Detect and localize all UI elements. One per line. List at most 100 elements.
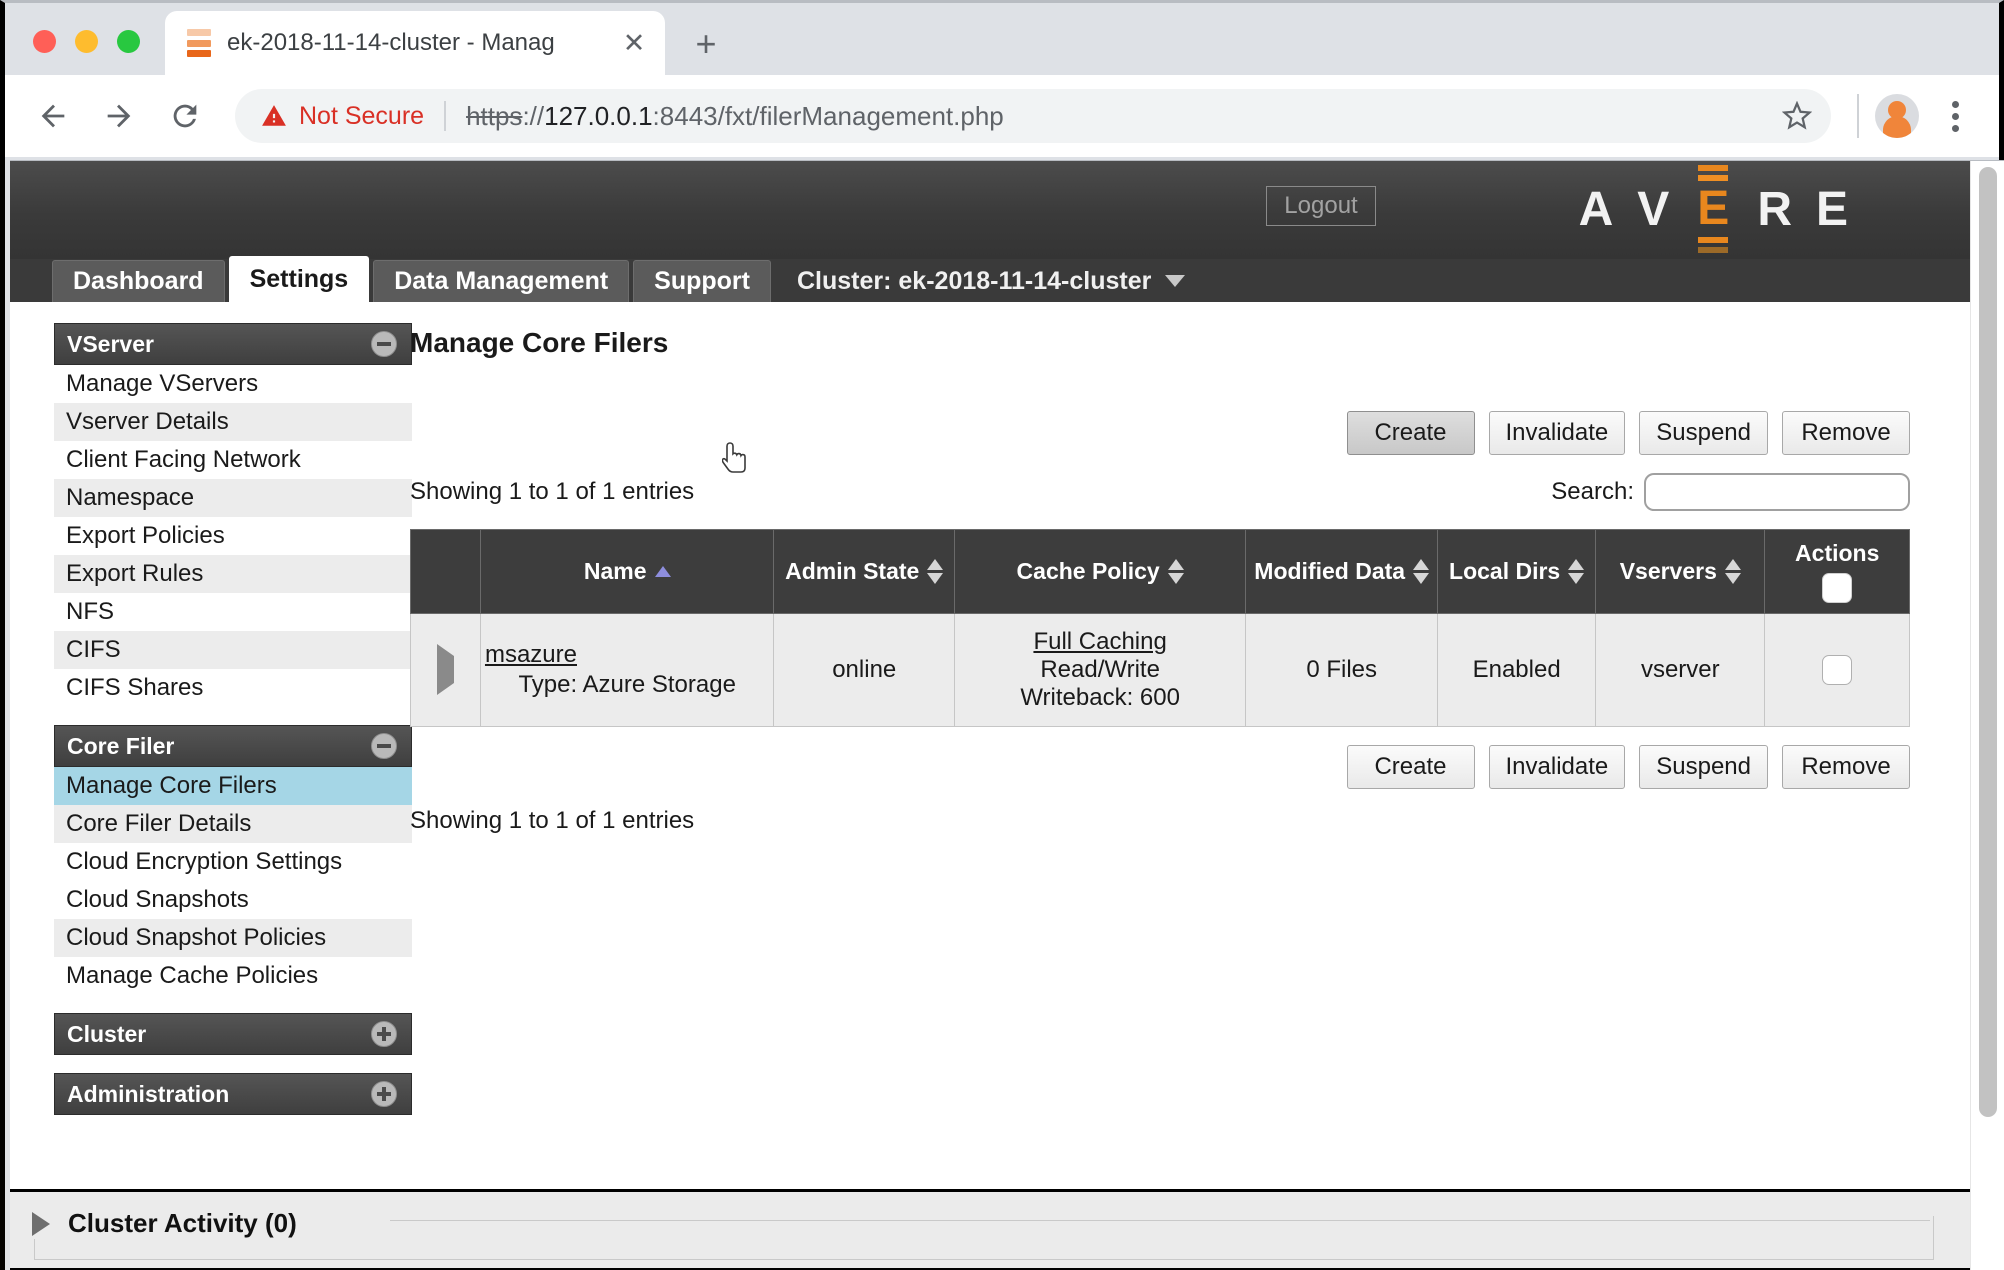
logo-letter-v: V (1637, 183, 1670, 236)
forward-arrow-icon[interactable] (93, 90, 145, 142)
page-scrollbar-thumb[interactable] (1979, 167, 1997, 1117)
back-arrow-icon[interactable] (27, 90, 79, 142)
sidebar-item-export-rules[interactable]: Export Rules (54, 555, 412, 593)
remove-button-top[interactable]: Remove (1782, 411, 1910, 455)
logo-letter-e-accent: E (1693, 161, 1733, 257)
main-nav-bar: Dashboard Settings Data Management Suppo… (10, 256, 1970, 305)
cell-admin-state: online (773, 613, 956, 727)
suspend-button-top[interactable]: Suspend (1639, 411, 1768, 455)
sidebar-item-manage-vservers[interactable]: Manage VServers (54, 365, 412, 403)
cluster-selector[interactable]: Cluster: ek-2018-11-14-cluster (797, 260, 1186, 302)
sidebar-item-cloud-snapshots[interactable]: Cloud Snapshots (54, 881, 412, 919)
expand-plus-icon[interactable] (371, 1021, 397, 1047)
sidebar-item-vserver-details[interactable]: Vserver Details (54, 403, 412, 441)
collapse-minus-icon[interactable] (371, 331, 397, 357)
sidebar-item-nfs[interactable]: NFS (54, 593, 412, 631)
profile-avatar[interactable] (1875, 94, 1919, 138)
security-warning[interactable]: Not Secure (261, 102, 424, 131)
sidebar-group-header-administration[interactable]: Administration (54, 1073, 412, 1115)
sidebar-item-manage-cache-policies[interactable]: Manage Cache Policies (54, 957, 412, 995)
sort-toggle-icon (927, 559, 944, 584)
page-scrollbar[interactable] (1970, 161, 2004, 1270)
sidebar-item-cifs-shares[interactable]: CIFS Shares (54, 669, 412, 707)
search-label: Search: (1551, 478, 1634, 505)
security-warning-label: Not Secure (299, 101, 425, 130)
create-button-bottom[interactable]: Create (1346, 745, 1475, 789)
invalidate-button-bottom[interactable]: Invalidate (1488, 745, 1626, 789)
collapse-minus-icon[interactable] (371, 733, 397, 759)
tab-settings[interactable]: Settings (228, 256, 370, 302)
cluster-selector-label: Cluster: ek-2018-11-14-cluster (797, 266, 1152, 295)
chevron-right-icon (436, 644, 454, 695)
cluster-activity-bar: Cluster Activity (0) (10, 1189, 1970, 1270)
core-filers-table: Name Admin State Cache Policy Modified D… (410, 529, 1910, 727)
row-select-checkbox[interactable] (1822, 655, 1853, 685)
tab-dashboard[interactable]: Dashboard (52, 260, 225, 302)
sidebar-item-cifs[interactable]: CIFS (54, 631, 412, 669)
maximize-window-button[interactable] (117, 30, 140, 53)
column-header-vservers[interactable]: Vservers (1595, 529, 1766, 614)
sidebar-group-header-vserver[interactable]: VServer (54, 323, 412, 365)
column-header-name[interactable]: Name (479, 529, 775, 614)
new-tab-button[interactable]: + (685, 23, 727, 65)
expand-plus-icon[interactable] (371, 1081, 397, 1107)
browser-tab-strip: ek-2018-11-14-cluster - Manag ✕ + (5, 3, 1999, 75)
sidebar-group-title: Core Filer (67, 732, 175, 759)
page-title: Manage Core Filers (410, 327, 669, 358)
sidebar-group-cluster: Cluster (54, 1013, 412, 1055)
sidebar-item-export-policies[interactable]: Export Policies (54, 517, 412, 555)
core-filer-link[interactable]: msazure (485, 641, 761, 669)
tab-support[interactable]: Support (633, 260, 771, 302)
browser-menu-icon[interactable] (1933, 94, 1977, 138)
sidebar-group-header-core-filer[interactable]: Core Filer (54, 725, 412, 767)
cluster-activity-toggle[interactable]: Cluster Activity (0) (32, 1208, 311, 1239)
cluster-activity-label: Cluster Activity (0) (68, 1208, 297, 1238)
main-content: Manage Core Filers Create Invalidate Sus… (410, 305, 1970, 1159)
create-button-top[interactable]: Create (1346, 411, 1475, 455)
sidebar-group-header-cluster[interactable]: Cluster (54, 1013, 412, 1055)
browser-tab[interactable]: ek-2018-11-14-cluster - Manag ✕ (165, 11, 665, 75)
search-input[interactable] (1644, 473, 1910, 511)
url-scheme: https (466, 100, 523, 131)
cache-policy-link[interactable]: Full Caching (967, 628, 1233, 656)
sort-toggle-icon (1724, 559, 1741, 584)
sidebar-item-core-filer-details[interactable]: Core Filer Details (54, 805, 412, 843)
tab-data-management[interactable]: Data Management (373, 260, 630, 302)
address-bar[interactable]: Not Secure https://127.0.0.1:8443/fxt/fi… (235, 89, 1831, 143)
page-viewport: Logout A V E R E Dashboard Settings Data… (10, 160, 2004, 1270)
reload-icon[interactable] (159, 90, 211, 142)
logout-button[interactable]: Logout (1266, 186, 1376, 226)
sidebar-group-title: Cluster (67, 1020, 147, 1047)
cell-actions (1764, 613, 1910, 727)
column-header-cache-policy[interactable]: Cache Policy (954, 529, 1247, 614)
suspend-button-bottom[interactable]: Suspend (1639, 745, 1768, 789)
avere-logo: A V E R E (1579, 165, 1848, 253)
browser-window: ek-2018-11-14-cluster - Manag ✕ + Not Se… (0, 0, 2004, 1270)
remove-button-bottom[interactable]: Remove (1782, 745, 1910, 789)
column-header-modified-data[interactable]: Modified Data (1245, 529, 1439, 614)
minimize-window-button[interactable] (75, 30, 98, 53)
cluster-activity-rule (390, 1220, 1930, 1221)
sidebar-item-cloud-snapshot-policies[interactable]: Cloud Snapshot Policies (54, 919, 412, 957)
close-tab-icon[interactable]: ✕ (617, 26, 651, 60)
sidebar-item-namespace[interactable]: Namespace (54, 479, 412, 517)
sidebar-item-manage-core-filers[interactable]: Manage Core Filers (54, 767, 412, 805)
column-header-admin-state[interactable]: Admin State (773, 529, 956, 614)
column-label-name: Name (583, 558, 647, 584)
close-window-button[interactable] (33, 30, 56, 53)
sidebar-item-cloud-encryption-settings[interactable]: Cloud Encryption Settings (54, 843, 412, 881)
table-info-row: Showing 1 to 1 of 1 entries Search: (410, 473, 1910, 511)
sidebar-item-client-facing-network[interactable]: Client Facing Network (54, 441, 412, 479)
favicon-icon (187, 29, 211, 57)
bookmark-star-icon[interactable] (1777, 96, 1817, 136)
sidebar-group-vserver: VServer Manage VServers Vserver Details … (54, 323, 412, 707)
row-expand-toggle[interactable] (410, 613, 481, 727)
column-header-local-dirs[interactable]: Local Dirs (1437, 529, 1597, 614)
toolbar-divider (1857, 94, 1859, 138)
column-header-blank (410, 529, 481, 614)
search-area: Search: (1551, 473, 1910, 511)
logo-letter-e: E (1697, 182, 1730, 235)
invalidate-button-top[interactable]: Invalidate (1488, 411, 1626, 455)
cluster-activity-fieldset (34, 1216, 1934, 1260)
select-all-checkbox[interactable] (1822, 573, 1853, 603)
